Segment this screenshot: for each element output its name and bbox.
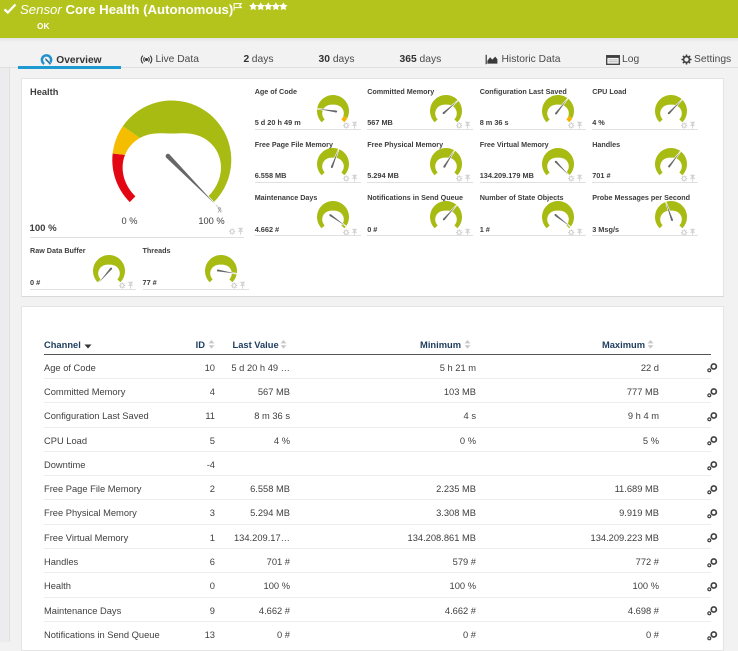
svg-text:x̄: x̄ <box>217 206 221 215</box>
